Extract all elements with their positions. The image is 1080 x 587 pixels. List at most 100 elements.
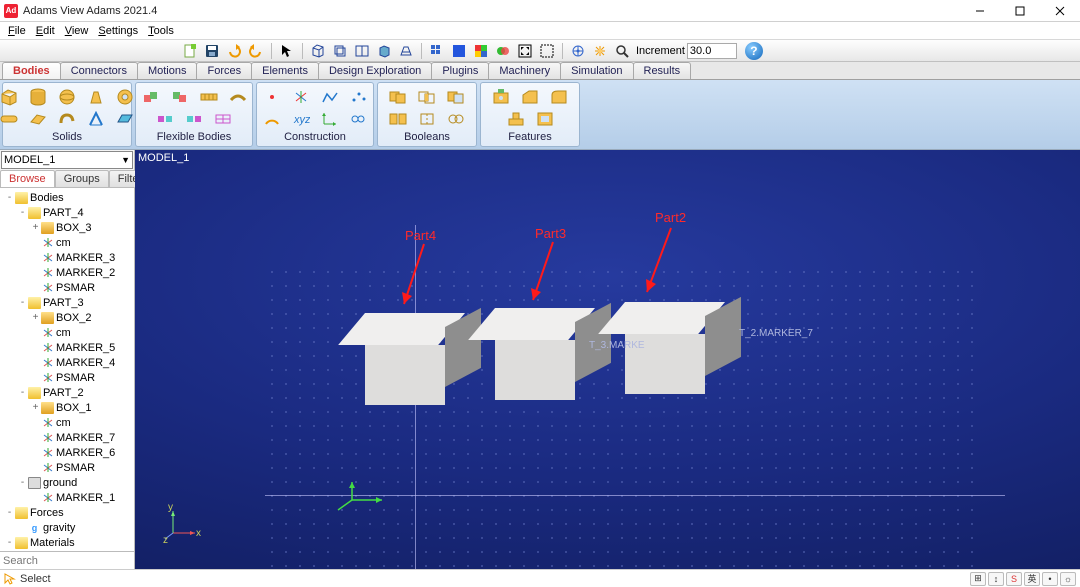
spline-mk-icon[interactable]: [348, 86, 370, 108]
tray-icon-lang[interactable]: 英: [1024, 572, 1040, 586]
cylinder-icon[interactable]: [27, 86, 49, 108]
tab-motions[interactable]: Motions: [137, 62, 198, 79]
close-button[interactable]: [1040, 0, 1080, 22]
plane-icon[interactable]: [114, 108, 136, 130]
flex-create-icon[interactable]: [169, 86, 191, 108]
tab-simulation[interactable]: Simulation: [560, 62, 633, 79]
viewport[interactable]: MODEL_1 T_3.MARKE T_2.MARKER_7 Part4 Par…: [135, 150, 1080, 569]
menu-edit[interactable]: Edit: [32, 25, 59, 37]
save-icon[interactable]: [202, 42, 222, 60]
tray-icon-5[interactable]: ☼: [1060, 572, 1076, 586]
side-tab-browse[interactable]: Browse: [0, 170, 55, 187]
tree-node[interactable]: cm: [0, 235, 134, 250]
minimize-button[interactable]: [960, 0, 1000, 22]
intersect-icon[interactable]: [416, 86, 438, 108]
tree-node[interactable]: MARKER_5: [0, 340, 134, 355]
redo-icon[interactable]: [246, 42, 266, 60]
view1-icon[interactable]: [352, 42, 372, 60]
coord-icon[interactable]: [319, 108, 341, 130]
tree-node[interactable]: +BOX_2: [0, 310, 134, 325]
sphere-icon[interactable]: [56, 86, 78, 108]
menu-tools[interactable]: Tools: [144, 25, 178, 37]
select-icon[interactable]: [277, 42, 297, 60]
help-icon[interactable]: ?: [745, 42, 763, 60]
tab-bodies[interactable]: Bodies: [2, 62, 61, 79]
point-icon[interactable]: [261, 86, 283, 108]
box-icon[interactable]: [308, 42, 328, 60]
merge-icon[interactable]: [416, 108, 438, 130]
boss-icon[interactable]: [505, 108, 527, 130]
flex-mesh-icon[interactable]: [212, 108, 234, 130]
part4-geometry[interactable]: [365, 313, 480, 403]
tray-icon-ime[interactable]: S: [1006, 572, 1022, 586]
split-icon[interactable]: [387, 108, 409, 130]
zoom-window-icon[interactable]: [537, 42, 557, 60]
torus-icon[interactable]: [114, 86, 136, 108]
increment-input[interactable]: [687, 43, 737, 59]
tree-node[interactable]: -Forces: [0, 505, 134, 520]
tree-node[interactable]: MARKER_7: [0, 430, 134, 445]
tray-icon-2[interactable]: ↕: [988, 572, 1004, 586]
menu-view[interactable]: View: [61, 25, 93, 37]
tree-node[interactable]: MARKER_1: [0, 490, 134, 505]
model-selector[interactable]: MODEL_1 ▼: [1, 151, 133, 169]
grid-blue-icon[interactable]: [427, 42, 447, 60]
maximize-button[interactable]: [1000, 0, 1040, 22]
rotate-icon[interactable]: [568, 42, 588, 60]
tree-node[interactable]: MARKER_2: [0, 265, 134, 280]
extrusion-icon[interactable]: [56, 108, 78, 130]
marker-icon[interactable]: [290, 86, 312, 108]
box-solid-icon[interactable]: [0, 86, 20, 108]
tree-node[interactable]: cm: [0, 415, 134, 430]
plate-icon[interactable]: [27, 108, 49, 130]
fill-icon[interactable]: [449, 42, 469, 60]
tree-node[interactable]: +BOX_1: [0, 400, 134, 415]
tree-node[interactable]: -PART_2: [0, 385, 134, 400]
tab-design-exploration[interactable]: Design Exploration: [318, 62, 432, 79]
tree-node[interactable]: MARKER_6: [0, 445, 134, 460]
flex-import-icon[interactable]: [140, 86, 162, 108]
chamfer-icon[interactable]: [519, 86, 541, 108]
side-tab-groups[interactable]: Groups: [55, 170, 109, 187]
tab-forces[interactable]: Forces: [196, 62, 252, 79]
tree-node[interactable]: ggravity: [0, 520, 134, 535]
tree-node[interactable]: PSMAR: [0, 370, 134, 385]
frustum-icon[interactable]: [85, 86, 107, 108]
polyline-icon[interactable]: [319, 86, 341, 108]
color-icon[interactable]: [471, 42, 491, 60]
flex-rigid-icon[interactable]: [183, 108, 205, 130]
tree-node[interactable]: MARKER_4: [0, 355, 134, 370]
body-color-icon[interactable]: [493, 42, 513, 60]
hollow-icon[interactable]: [534, 108, 556, 130]
tab-plugins[interactable]: Plugins: [431, 62, 489, 79]
part3-geometry[interactable]: [495, 308, 610, 398]
pan-icon[interactable]: [590, 42, 610, 60]
spline-icon[interactable]: xyz: [290, 108, 312, 130]
discrete-flex-icon[interactable]: [198, 86, 220, 108]
tree-node[interactable]: cm: [0, 325, 134, 340]
link-icon[interactable]: [0, 108, 20, 130]
tree-node[interactable]: -PART_3: [0, 295, 134, 310]
hole-icon[interactable]: [490, 86, 512, 108]
fillet-icon[interactable]: [548, 86, 570, 108]
fe-part-icon[interactable]: [227, 86, 249, 108]
tab-elements[interactable]: Elements: [251, 62, 319, 79]
menu-settings[interactable]: Settings: [94, 25, 142, 37]
search-input[interactable]: Search: [0, 551, 134, 569]
wireframe-icon[interactable]: [330, 42, 350, 60]
tree-node[interactable]: -Bodies: [0, 190, 134, 205]
tree-node[interactable]: -Materials: [0, 535, 134, 550]
tab-results[interactable]: Results: [633, 62, 692, 79]
tray-icon-1[interactable]: ⊞: [970, 572, 986, 586]
tree-node[interactable]: PSMAR: [0, 460, 134, 475]
arc-icon[interactable]: [261, 108, 283, 130]
zoom-icon[interactable]: [612, 42, 632, 60]
shade-icon[interactable]: [374, 42, 394, 60]
new-icon[interactable]: [180, 42, 200, 60]
union-icon[interactable]: [387, 86, 409, 108]
chain-icon[interactable]: [348, 108, 370, 130]
tree-node[interactable]: +BOX_3: [0, 220, 134, 235]
undo-icon[interactable]: [224, 42, 244, 60]
perspective-icon[interactable]: [396, 42, 416, 60]
menu-file[interactable]: File: [4, 25, 30, 37]
